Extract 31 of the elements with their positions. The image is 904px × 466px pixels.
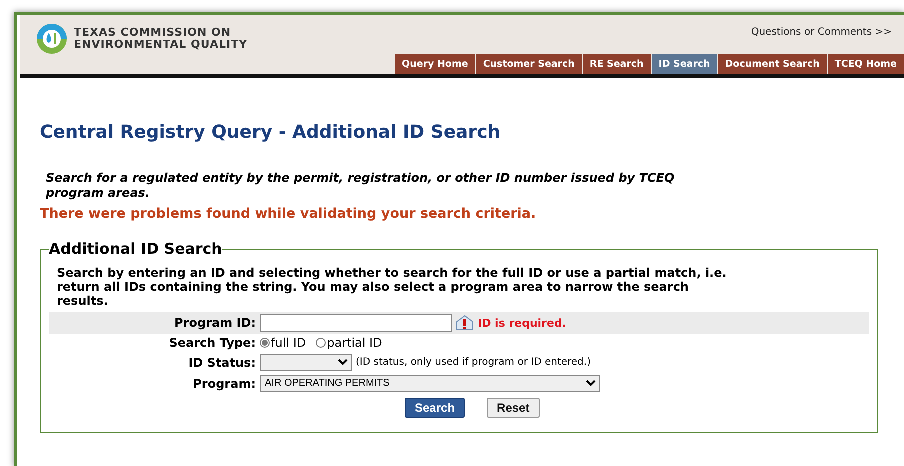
program-dropdown[interactable]: AIR OPERATING PERMITS bbox=[260, 375, 600, 392]
field-label: Program: bbox=[192, 376, 256, 390]
intro-text: Search for a regulated entity by the permit, registration, or other ID number issued by TCEQ program areas. bbox=[46, 171, 676, 201]
radio-button[interactable] bbox=[316, 338, 326, 348]
radio-label[interactable]: full ID bbox=[271, 336, 306, 350]
id-status-dropdown[interactable] bbox=[260, 354, 352, 371]
nav-tab[interactable]: Document Search bbox=[718, 54, 827, 74]
questions-link[interactable]: Questions or Comments >> bbox=[751, 27, 892, 38]
nav-tab[interactable]: TCEQ Home bbox=[828, 54, 904, 74]
field-label: Program ID: bbox=[174, 316, 256, 330]
reset-button[interactable]: Reset bbox=[487, 398, 540, 418]
error-message: There were problems found while validating your search criteria. bbox=[40, 206, 538, 222]
field-note: (ID status, only used if program or ID entered.) bbox=[356, 357, 591, 368]
agency-name: ENVIRONMENTAL QUALITY bbox=[74, 39, 248, 51]
nav-tab[interactable]: RE Search bbox=[582, 54, 651, 74]
agency-name: TEXAS COMMISSION ON bbox=[74, 27, 232, 39]
form-legend: Additional ID Search bbox=[49, 240, 222, 258]
nav-tab[interactable]: ID Search bbox=[652, 54, 718, 74]
radio-button[interactable] bbox=[260, 338, 270, 348]
field-label: ID Status: bbox=[188, 356, 256, 370]
search-button[interactable]: Search bbox=[405, 398, 466, 418]
nav-tab[interactable]: Query Home bbox=[395, 54, 476, 74]
field-label: Search Type: bbox=[168, 336, 256, 350]
nav-tab[interactable]: Customer Search bbox=[476, 54, 582, 74]
agency-logo-icon bbox=[36, 23, 68, 55]
program-id-field[interactable] bbox=[260, 314, 452, 332]
radio-label[interactable]: partial ID bbox=[327, 336, 382, 350]
warning-icon bbox=[456, 315, 474, 331]
page-title: Central Registry Query - Additional ID Search bbox=[40, 122, 502, 143]
validation-error: ID is required. bbox=[478, 316, 566, 330]
form-instructions: Search by entering an ID and selecting whether to search for the full ID or use a partial match, i.e. return all IDs containing the string. You may also select a program area to narrow the search results. bbox=[57, 266, 728, 308]
